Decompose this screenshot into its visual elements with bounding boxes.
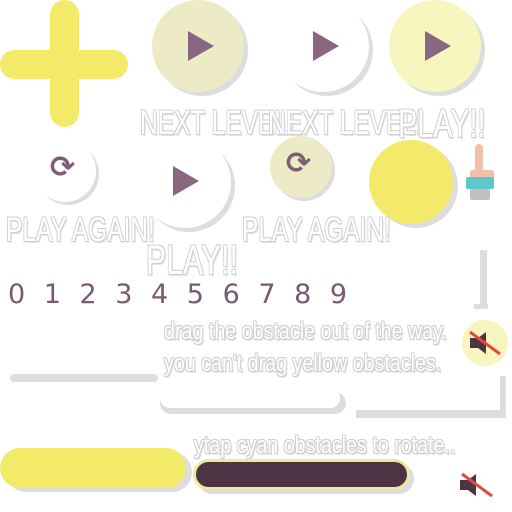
reload-button-1[interactable]: ⟳ — [34, 140, 96, 202]
play-icon — [313, 31, 339, 61]
tutorial-line-1: drag the obstacle out of the way. — [164, 318, 447, 345]
mute-button-2[interactable] — [452, 462, 500, 508]
panel-edge — [160, 388, 340, 408]
play-button-3[interactable] — [389, 0, 481, 92]
progress-bar-dark — [193, 459, 410, 490]
panel-edge-shadow — [500, 376, 506, 416]
plus-icon-horizontal — [0, 50, 128, 79]
reload-icon: ⟳ — [50, 150, 76, 185]
pointer-hand-icon — [466, 144, 494, 200]
mute-icon — [469, 330, 501, 356]
play-icon — [188, 31, 214, 61]
panel-edge-shadow — [474, 304, 488, 309]
progress-bar-yellow — [0, 448, 186, 488]
tutorial-line-3: ytap cyan obstacles to rotate.. — [194, 432, 456, 459]
play-button-2[interactable] — [277, 0, 369, 92]
panel-edge-shadow — [10, 374, 158, 382]
tutorial-line-2: you can't drag yellow obstacles. — [164, 350, 442, 377]
reload-button-2[interactable]: ⟳ — [270, 136, 332, 198]
play-button-1[interactable] — [152, 0, 244, 92]
play-label-2: PLAY!! — [146, 236, 238, 283]
panel-edge-shadow — [356, 410, 506, 418]
mute-icon — [460, 472, 493, 498]
panel-edge-shadow — [480, 250, 487, 308]
play-icon — [173, 166, 199, 196]
play-again-label-2: PLAY AGAIN! — [242, 211, 391, 249]
digit-sprites: 0 1 2 3 4 5 6 7 8 9 — [8, 279, 353, 310]
reload-icon: ⟳ — [286, 146, 312, 181]
play-again-label-1: PLAY AGAIN! — [6, 211, 155, 249]
play-icon — [425, 31, 451, 61]
mute-button-1[interactable] — [462, 320, 508, 366]
